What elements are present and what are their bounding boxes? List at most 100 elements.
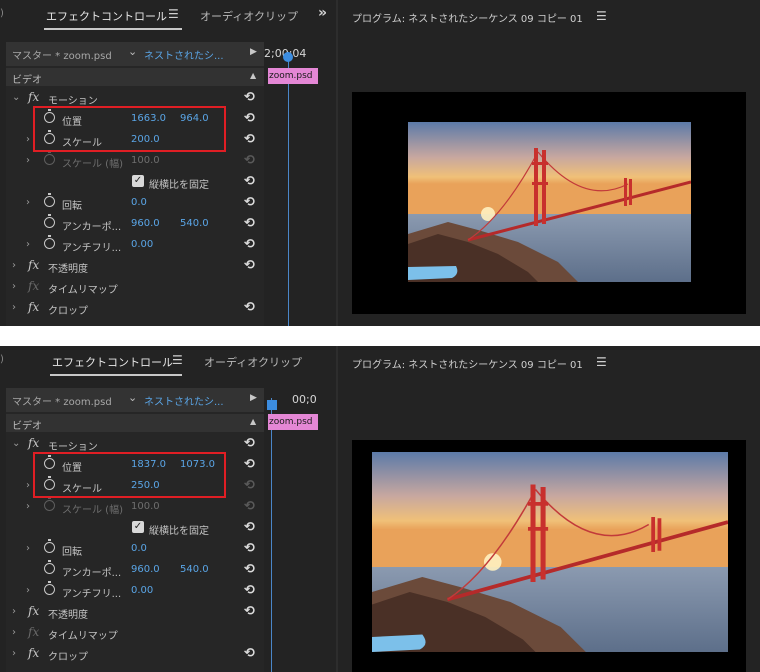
program-monitor: プログラム: ネストされたシーケンス 09 コピー 01 ☰ xyxy=(338,0,760,326)
stopwatch-icon[interactable] xyxy=(44,539,55,553)
rotation-value[interactable]: 0.0 xyxy=(131,197,147,208)
fx-icon[interactable]: fx xyxy=(28,436,39,450)
uniform-scale-label: 縦横比を固定 xyxy=(149,180,209,191)
twirl-closed-icon[interactable]: › xyxy=(26,134,30,145)
reset-icon[interactable]: ⟲ xyxy=(244,258,255,273)
reset-icon[interactable]: ⟲ xyxy=(244,520,255,535)
anti-flicker-value[interactable]: 0.00 xyxy=(131,239,153,250)
playhead-handle[interactable] xyxy=(267,400,277,410)
twirl-closed-icon[interactable]: › xyxy=(12,648,16,659)
program-monitor-title: プログラム: ネストされたシーケンス 09 コピー 01 xyxy=(352,360,583,371)
reset-icon[interactable]: ⟲ xyxy=(244,132,255,147)
reset-icon[interactable]: ⟲ xyxy=(244,541,255,556)
anchor-x-value[interactable]: 960.0 xyxy=(131,218,160,229)
fx-icon[interactable]: fx xyxy=(28,90,39,104)
twirl-closed-icon[interactable]: › xyxy=(12,627,16,638)
fx-icon[interactable]: fx xyxy=(28,258,39,272)
stopwatch-icon[interactable] xyxy=(44,214,55,228)
reset-icon[interactable]: ⟲ xyxy=(244,174,255,189)
twirl-closed-icon[interactable]: › xyxy=(12,281,16,292)
twirl-closed-icon[interactable]: › xyxy=(26,480,30,491)
clip-bar[interactable]: zoom.psd xyxy=(268,414,318,430)
master-clip-label[interactable]: マスター * zoom.psd xyxy=(12,393,112,408)
hamburger-menu-icon[interactable]: ☰ xyxy=(168,7,179,21)
twirl-open-icon[interactable]: ⌄ xyxy=(12,438,20,449)
program-canvas[interactable] xyxy=(352,92,746,314)
param-row-scale-width: › スケール (幅) 100.0 ⟲ xyxy=(6,497,264,518)
hamburger-menu-icon[interactable]: ☰ xyxy=(596,355,607,369)
time-remap-label: タイムリマップ xyxy=(48,285,118,296)
twirl-closed-icon[interactable]: › xyxy=(26,543,30,554)
reset-icon[interactable]: ⟲ xyxy=(244,300,255,315)
clip-bar[interactable]: zoom.psd xyxy=(268,68,318,84)
param-row-uniform-scale: ✓ 縦横比を固定 ⟲ xyxy=(6,518,264,539)
reset-icon[interactable]: ⟲ xyxy=(244,216,255,231)
twirl-closed-icon[interactable]: › xyxy=(12,606,16,617)
reset-icon[interactable]: ⟲ xyxy=(244,583,255,598)
play-icon[interactable]: ▶ xyxy=(250,47,257,57)
stopwatch-icon[interactable] xyxy=(44,560,55,574)
playhead-handle[interactable] xyxy=(283,52,293,62)
reset-icon[interactable]: ⟲ xyxy=(244,237,255,252)
tab-audio-clip-mixer[interactable]: オーディオクリップミ xyxy=(200,8,298,24)
checkbox-icon[interactable]: ✓ xyxy=(132,175,144,187)
reset-icon[interactable]: ⟲ xyxy=(244,478,255,493)
effect-row-time-remap: › fx タイムリマップ xyxy=(6,623,264,644)
reset-icon[interactable]: ⟲ xyxy=(244,436,255,451)
reset-icon[interactable]: ⟲ xyxy=(244,646,255,661)
reset-icon[interactable]: ⟲ xyxy=(244,457,255,472)
twirl-closed-icon[interactable]: › xyxy=(12,302,16,313)
anchor-y-value[interactable]: 540.0 xyxy=(180,218,209,229)
twirl-closed-icon[interactable]: › xyxy=(26,585,30,596)
checkbox-icon[interactable]: ✓ xyxy=(132,521,144,533)
program-canvas[interactable] xyxy=(352,440,746,672)
stopwatch-icon[interactable] xyxy=(44,581,55,595)
collapse-up-icon[interactable]: ▲ xyxy=(250,71,256,80)
hamburger-menu-icon[interactable]: ☰ xyxy=(172,353,183,367)
program-monitor-title: プログラム: ネストされたシーケンス 09 コピー 01 xyxy=(352,14,583,25)
anchor-x-value[interactable]: 960.0 xyxy=(131,564,160,575)
param-row-rotation: › 回転 0.0 ⟲ xyxy=(6,193,264,214)
timecode-display[interactable]: 00;0 xyxy=(292,393,317,406)
master-clip-label[interactable]: マスター * zoom.psd xyxy=(12,47,112,62)
screenshot-before: ) エフェクトコントロール ☰ オーディオクリップミ » マスター * zoom… xyxy=(0,0,760,326)
twirl-closed-icon[interactable]: › xyxy=(12,260,16,271)
twirl-closed-icon[interactable]: › xyxy=(26,155,30,166)
effect-row-crop: › fx クロップ ⟲ xyxy=(6,298,264,319)
sequence-clip-label[interactable]: ネストされたシ... xyxy=(144,393,224,408)
reset-icon[interactable]: ⟲ xyxy=(244,111,255,126)
effect-row-time-remap: › fx タイムリマップ xyxy=(6,277,264,298)
tab-audio-clip-mixer[interactable]: オーディオクリップ xyxy=(204,354,302,370)
chevron-down-icon[interactable]: ⌄ xyxy=(128,391,137,404)
opacity-label: 不透明度 xyxy=(48,264,88,275)
rotation-value[interactable]: 0.0 xyxy=(131,543,147,554)
panel-overflow-icon[interactable]: » xyxy=(318,5,327,21)
sequence-clip-label[interactable]: ネストされたシ... xyxy=(144,47,224,62)
reset-icon[interactable]: ⟲ xyxy=(244,195,255,210)
tab-effect-controls[interactable]: エフェクトコントロール xyxy=(52,354,173,370)
tab-effect-controls[interactable]: エフェクトコントロール xyxy=(46,8,167,24)
twirl-open-icon[interactable]: ⌄ xyxy=(12,92,20,103)
reset-icon[interactable]: ⟲ xyxy=(244,562,255,577)
scale-width-label: スケール (幅) xyxy=(62,159,123,170)
collapse-up-icon[interactable]: ▲ xyxy=(250,417,256,426)
stopwatch-icon[interactable] xyxy=(44,235,55,249)
reset-icon[interactable]: ⟲ xyxy=(244,604,255,619)
stopwatch-icon[interactable] xyxy=(44,193,55,207)
play-icon[interactable]: ▶ xyxy=(250,393,257,403)
rotation-label: 回転 xyxy=(62,547,82,558)
twirl-closed-icon[interactable]: › xyxy=(26,239,30,250)
fx-icon[interactable]: fx xyxy=(28,300,39,314)
hamburger-menu-icon[interactable]: ☰ xyxy=(596,9,607,23)
chevron-down-icon[interactable]: ⌄ xyxy=(128,45,137,58)
twirl-closed-icon[interactable]: › xyxy=(26,197,30,208)
anti-flicker-value[interactable]: 0.00 xyxy=(131,585,153,596)
highlight-box xyxy=(33,106,226,152)
reset-icon[interactable]: ⟲ xyxy=(244,90,255,105)
anchor-y-value[interactable]: 540.0 xyxy=(180,564,209,575)
twirl-closed-icon[interactable]: › xyxy=(26,501,30,512)
param-row-anti-flicker: › アンチフリ... 0.00 ⟲ xyxy=(6,581,264,602)
param-row-anti-flicker: › アンチフリ... 0.00 ⟲ xyxy=(6,235,264,256)
fx-icon[interactable]: fx xyxy=(28,646,39,660)
fx-icon[interactable]: fx xyxy=(28,604,39,618)
